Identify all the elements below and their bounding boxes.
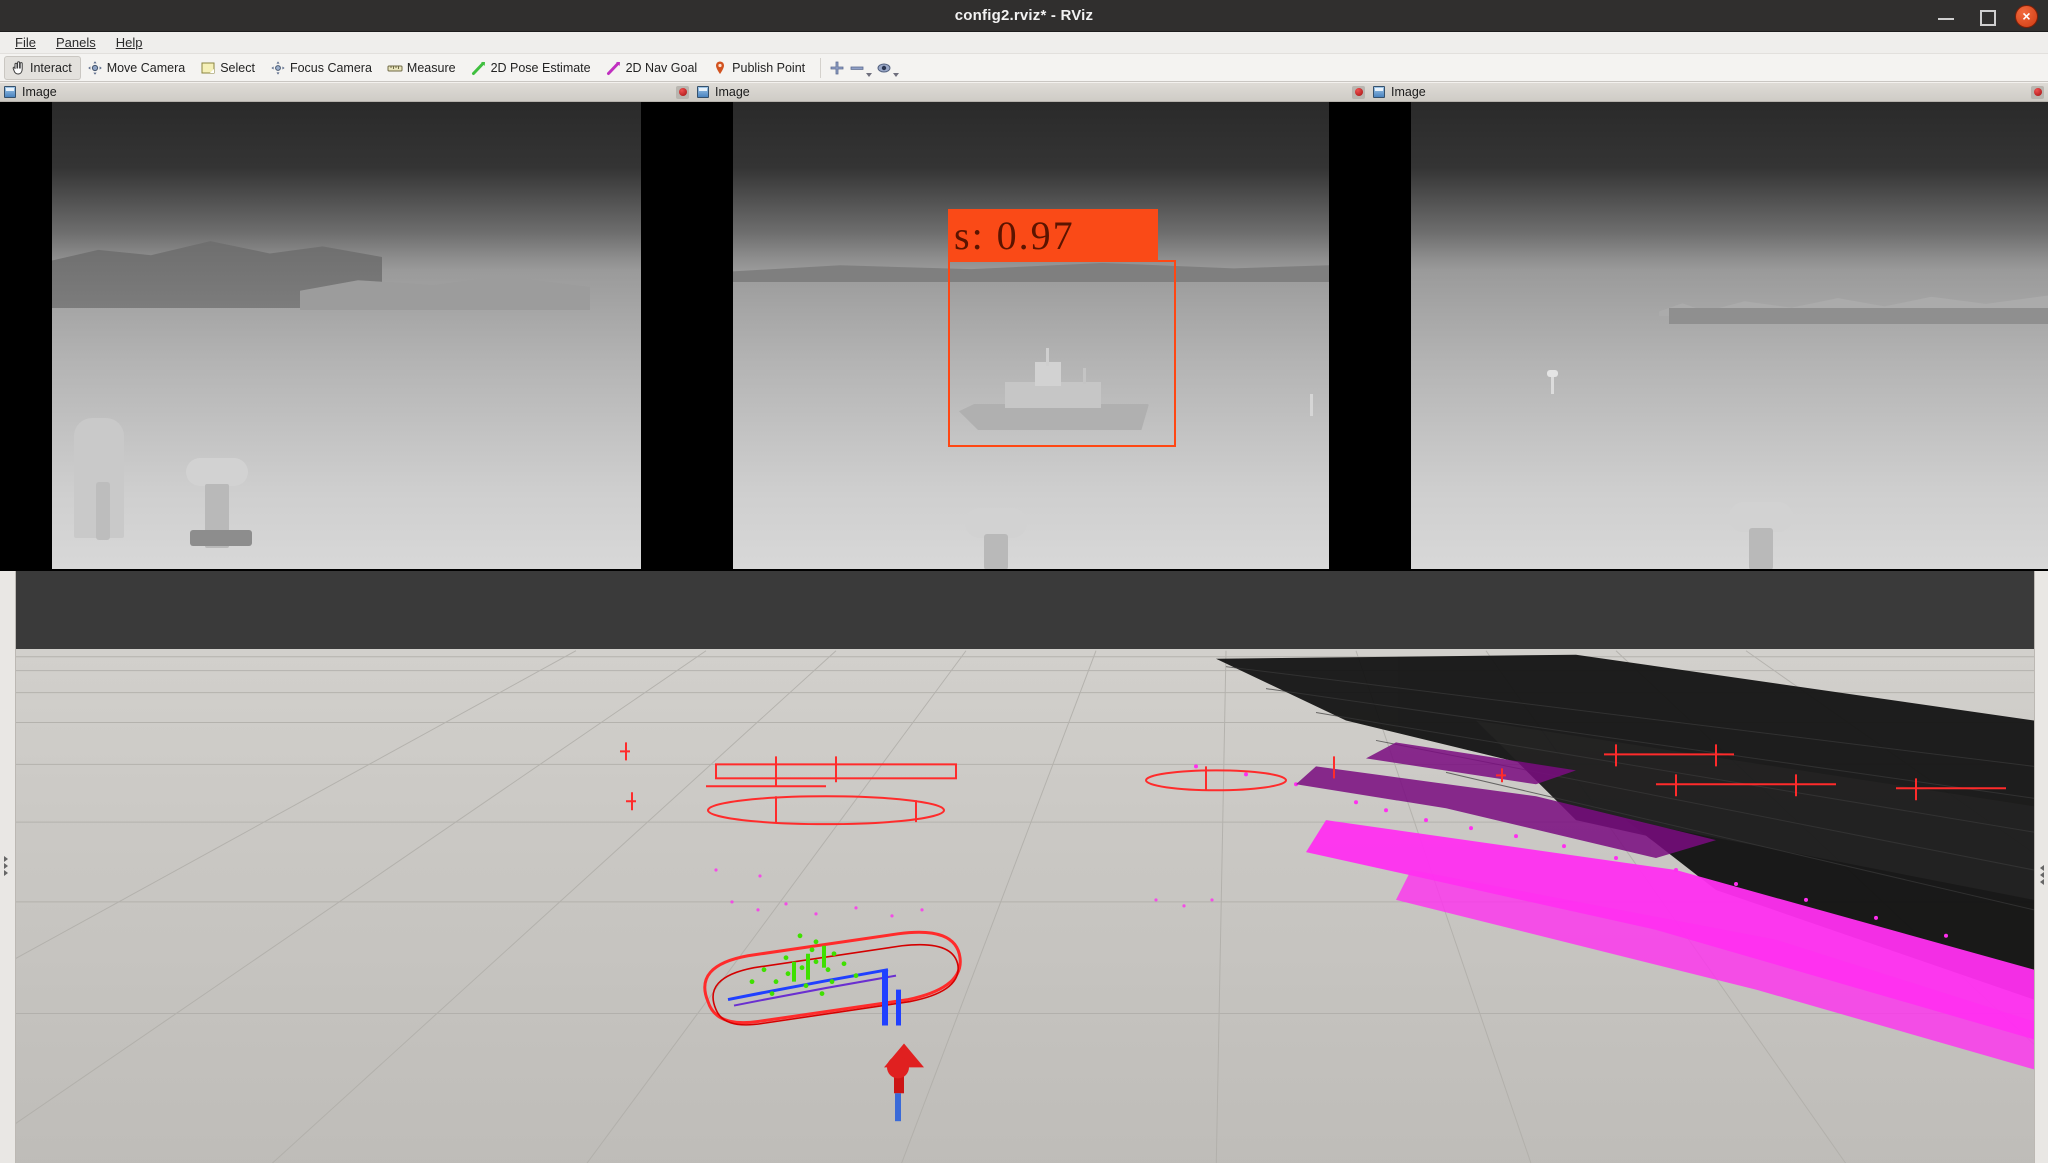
image-panel-right-canvas[interactable] bbox=[1369, 102, 2048, 569]
map-pin-icon bbox=[716, 61, 725, 74]
view-eye-icon bbox=[877, 63, 891, 72]
close-button[interactable]: × bbox=[2015, 4, 2038, 28]
zoom-out-dropdown-arrow[interactable] bbox=[866, 72, 873, 77]
distant-marker-right bbox=[1551, 376, 1554, 394]
focus-camera-icon bbox=[271, 60, 285, 75]
tool-publish-point[interactable]: Publish Point bbox=[706, 56, 814, 80]
letterbox-center-b bbox=[693, 102, 733, 569]
close-icon[interactable] bbox=[1352, 85, 1365, 99]
close-icon[interactable] bbox=[676, 85, 689, 99]
window-controls: × bbox=[1935, 0, 2038, 32]
letterbox-right-a bbox=[1369, 102, 1411, 569]
image-panel-right-titlebar[interactable]: Image bbox=[1369, 82, 2048, 102]
splitter-arrow-icon bbox=[4, 855, 10, 895]
menu-panels-label: Panels bbox=[55, 34, 96, 50]
image-panel-right-title: Image bbox=[1391, 85, 1426, 99]
menu-file-label: File bbox=[15, 34, 36, 50]
select-rect-icon bbox=[201, 62, 215, 73]
menubar: File Panels Help bbox=[0, 32, 2048, 54]
close-icon[interactable] bbox=[2031, 85, 2044, 99]
hand-icon bbox=[12, 60, 23, 75]
axis-marker-blue bbox=[882, 969, 901, 1026]
letterbox-left-b bbox=[0, 102, 52, 569]
view-toggle-button[interactable] bbox=[874, 56, 901, 80]
tool-select[interactable]: Select bbox=[194, 56, 264, 80]
image-panel-icon bbox=[1373, 86, 1385, 98]
toolbar-separator bbox=[820, 57, 822, 78]
menu-help-label: Help bbox=[115, 34, 143, 50]
image-panel-icon bbox=[697, 86, 709, 98]
3d-render-view[interactable] bbox=[16, 571, 2034, 1163]
tool-select-label: Select bbox=[220, 60, 255, 75]
menu-file[interactable]: File bbox=[6, 33, 45, 53]
image-panel-icon bbox=[4, 86, 16, 98]
deck-base-left bbox=[190, 530, 252, 546]
tool-measure-label: Measure bbox=[406, 60, 456, 75]
panel-drag-grip[interactable] bbox=[63, 92, 670, 93]
image-panel-left-titlebar[interactable]: Image bbox=[0, 82, 693, 102]
tool-2d-pose-estimate[interactable]: 2D Pose Estimate bbox=[465, 56, 600, 80]
thermal-image-left bbox=[52, 102, 641, 569]
detection-label: s: 0.97 bbox=[948, 209, 1158, 262]
pose-estimate-arrow-icon bbox=[471, 61, 485, 75]
render-panel-wrapper bbox=[0, 569, 2048, 1163]
zoom-in-button[interactable] bbox=[827, 56, 847, 80]
image-panel-center-titlebar[interactable]: Image bbox=[693, 82, 1369, 102]
detection-bounding-box: s: 0.97 bbox=[948, 209, 1176, 447]
thermal-image-right bbox=[1411, 102, 2048, 569]
buoy-center bbox=[1310, 394, 1313, 416]
pointcloud-speckle bbox=[714, 868, 1214, 918]
menu-help[interactable]: Help bbox=[107, 33, 152, 53]
panel-drag-grip[interactable] bbox=[756, 92, 1346, 93]
menu-panels[interactable]: Panels bbox=[47, 33, 105, 53]
image-panel-right: Image bbox=[1369, 82, 2048, 569]
main-toolbar: Interact Move Camera Select Focus Camera… bbox=[0, 54, 2048, 82]
splitter-arrow-icon bbox=[2040, 864, 2044, 886]
own-ship-outline bbox=[703, 930, 962, 1026]
deck-structure-b-left bbox=[186, 458, 248, 486]
deck-mast-right bbox=[1749, 528, 1773, 569]
tool-publish-point-label: Publish Point bbox=[732, 60, 806, 75]
view-toggle-dropdown-arrow[interactable] bbox=[893, 72, 900, 77]
distant-marker-top-right bbox=[1547, 370, 1558, 377]
tool-focus-camera[interactable]: Focus Camera bbox=[264, 56, 381, 80]
deck-mast-center bbox=[984, 534, 1008, 569]
deck-pole-left bbox=[96, 482, 110, 540]
measure-icon bbox=[387, 65, 403, 71]
tool-2d-nav-goal-label: 2D Nav Goal bbox=[625, 60, 698, 75]
image-panel-row: Image Image s: 0.97 Image bbox=[0, 82, 2048, 569]
image-panel-left-canvas[interactable] bbox=[0, 102, 693, 569]
scene-overlay bbox=[16, 650, 2034, 1163]
zoom-in-icon bbox=[830, 61, 844, 74]
tool-2d-nav-goal[interactable]: 2D Nav Goal bbox=[600, 56, 707, 80]
minimize-button[interactable] bbox=[1935, 5, 1957, 27]
tool-interact[interactable]: Interact bbox=[4, 55, 81, 80]
window-title: config2.rviz* - RViz bbox=[954, 7, 1094, 24]
zoom-out-button[interactable] bbox=[847, 56, 874, 80]
zoom-out-icon bbox=[850, 66, 864, 70]
tool-2d-pose-estimate-label: 2D Pose Estimate bbox=[490, 60, 591, 75]
image-panel-center-canvas[interactable]: s: 0.97 bbox=[693, 102, 1369, 569]
waypoint-marker bbox=[884, 1043, 924, 1122]
tool-move-camera[interactable]: Move Camera bbox=[81, 56, 195, 80]
image-panel-center-title: Image bbox=[715, 85, 750, 99]
image-panel-left-title: Image bbox=[22, 85, 57, 99]
panel-drag-grip[interactable] bbox=[1432, 92, 2025, 93]
nav-goal-arrow-icon bbox=[606, 61, 620, 75]
window-titlebar: config2.rviz* - RViz × bbox=[0, 0, 2048, 32]
tool-measure[interactable]: Measure bbox=[381, 56, 465, 80]
tool-focus-camera-label: Focus Camera bbox=[289, 60, 372, 75]
maximize-button[interactable] bbox=[1975, 5, 1997, 27]
tool-move-camera-label: Move Camera bbox=[106, 60, 186, 75]
tool-interact-label: Interact bbox=[30, 60, 72, 75]
image-panel-center: Image s: 0.97 bbox=[693, 82, 1369, 569]
left-splitter-handle[interactable] bbox=[0, 571, 16, 1163]
breakwater-right bbox=[1669, 308, 2048, 324]
image-panel-left: Image bbox=[0, 82, 693, 569]
right-splitter-handle[interactable] bbox=[2034, 571, 2048, 1163]
move-camera-icon bbox=[87, 60, 102, 75]
